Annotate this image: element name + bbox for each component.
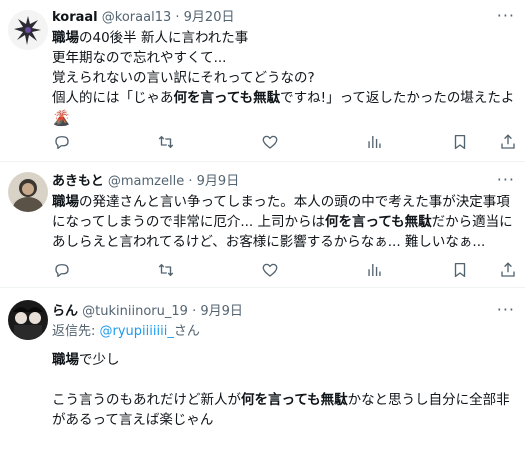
highlighted-keyword: 何を言っても無駄 bbox=[173, 90, 281, 106]
tweet-text-line bbox=[52, 370, 517, 390]
share-icon bbox=[498, 133, 518, 151]
emoji: 🌋 bbox=[52, 109, 71, 127]
like-icon bbox=[260, 133, 280, 151]
tweet-date[interactable]: 9月20日 bbox=[184, 10, 235, 25]
views-button[interactable] bbox=[364, 132, 384, 152]
text-segment: こう言うのもあれだけど新人が bbox=[52, 392, 241, 408]
separator-dot: · bbox=[175, 10, 180, 25]
tweet-header: あきもと @mamzelle · 9月9日 ··· bbox=[52, 172, 517, 192]
avatar[interactable] bbox=[8, 172, 48, 212]
more-options-button[interactable]: ··· bbox=[497, 172, 515, 188]
tweet-text-line: 職場で少し bbox=[52, 350, 517, 370]
tweet-text-line: になってしまうので非常に厄介... 上司からは何を言っても無駄だから適当に bbox=[52, 212, 517, 232]
tweet-text-line: 職場の発達さんと言い争ってしまった。本人の頭の中で考えた事が決定事項 bbox=[52, 192, 517, 212]
reply-button[interactable] bbox=[52, 132, 72, 152]
text-segment: あしらえと言われてるけど、お客様に影響するからなぁ... 難しいなぁ... bbox=[52, 234, 486, 250]
tweet-content: あきもと @mamzelle · 9月9日 ··· 職場の発達さんと言い争ってし… bbox=[52, 172, 517, 252]
avatar[interactable] bbox=[8, 300, 48, 340]
tweet-text-line: 個人的には「じゃあ何を言っても無駄ですね!」って返したかったの堪えたよ bbox=[52, 88, 517, 108]
tweet-date[interactable]: 9月9日 bbox=[197, 174, 240, 189]
retweet-button[interactable] bbox=[156, 132, 176, 152]
text-segment: の40後半 新人に言われた事 bbox=[79, 30, 249, 46]
text-segment: の発達さんと言い争ってしまった。本人の頭の中で考えた事が決定事項 bbox=[79, 194, 510, 210]
highlighted-keyword: 何を言っても無駄 bbox=[241, 392, 348, 408]
highlighted-keyword: 職場 bbox=[52, 352, 79, 368]
tweet-text-line: 更年期なので忘れやすくて... bbox=[52, 48, 517, 68]
tweet[interactable]: あきもと @mamzelle · 9月9日 ··· 職場の発達さんと言い争ってし… bbox=[0, 162, 525, 288]
highlighted-keyword: 職場 bbox=[52, 30, 79, 46]
tweet-text-line: 職場の40後半 新人に言われた事 bbox=[52, 28, 517, 48]
bookmark-button[interactable] bbox=[450, 132, 470, 152]
tweet-actions bbox=[52, 260, 517, 280]
reply-icon bbox=[52, 261, 72, 279]
retweet-icon bbox=[156, 133, 176, 151]
retweet-button[interactable] bbox=[156, 260, 176, 280]
reply-to: 返信先: @ryupiiiiiii_さん bbox=[52, 322, 517, 342]
more-options-button[interactable]: ··· bbox=[497, 8, 515, 24]
separator-dot: · bbox=[192, 304, 197, 319]
reply-mention-link[interactable]: @ryupiiiiiii_ bbox=[100, 324, 174, 339]
text-segment: 個人的には「じゃあ bbox=[52, 90, 174, 106]
text-segment: だから適当に bbox=[431, 214, 513, 230]
user-handle[interactable]: @mamzelle bbox=[108, 174, 184, 189]
share-button[interactable] bbox=[498, 132, 518, 152]
tweet-header: koraal @koraal13 · 9月20日 ··· bbox=[52, 8, 517, 28]
reply-to-label: 返信先: bbox=[52, 324, 100, 339]
like-icon bbox=[260, 261, 280, 279]
tweet-actions bbox=[52, 132, 517, 152]
display-name[interactable]: koraal bbox=[52, 10, 98, 25]
tweet-text: 職場の40後半 新人に言われた事更年期なので忘れやすくて... 覚えられないの言い… bbox=[52, 28, 517, 108]
share-button[interactable] bbox=[498, 260, 518, 280]
text-segment: があるって言えば楽じゃん bbox=[52, 412, 214, 428]
views-icon bbox=[364, 133, 384, 151]
user-handle[interactable]: @koraal13 bbox=[102, 10, 171, 25]
display-name[interactable]: あきもと bbox=[52, 174, 104, 189]
tweet-text-line: があるって言えば楽じゃん bbox=[52, 410, 517, 430]
reply-icon bbox=[52, 133, 72, 151]
text-segment: になってしまうので非常に厄介... 上司からは bbox=[52, 214, 325, 230]
highlighted-keyword: 何を言っても無駄 bbox=[325, 214, 432, 230]
tweet-content: koraal @koraal13 · 9月20日 ··· 職場の40後半 新人に… bbox=[52, 8, 517, 128]
display-name[interactable]: らん bbox=[52, 304, 78, 319]
reply-to-suffix: さん bbox=[173, 324, 200, 339]
tweet-date[interactable]: 9月9日 bbox=[200, 304, 243, 319]
retweet-icon bbox=[156, 261, 176, 279]
separator-dot: · bbox=[188, 174, 193, 189]
tweet-content: らん @tukiniinoru_19 · 9月9日 ··· 返信先: @ryup… bbox=[52, 302, 517, 430]
tweet-text-line: あしらえと言われてるけど、お客様に影響するからなぁ... 難しいなぁ... bbox=[52, 232, 517, 252]
tweet-text-line: こう言うのもあれだけど新人が何を言っても無駄かなと思うし自分に全部非 bbox=[52, 390, 517, 410]
tweet[interactable]: koraal @koraal13 · 9月20日 ··· 職場の40後半 新人に… bbox=[0, 0, 525, 162]
avatar[interactable] bbox=[8, 10, 48, 50]
like-button[interactable] bbox=[260, 132, 280, 152]
bookmark-button[interactable] bbox=[450, 260, 470, 280]
tweet-text-line: 覚えられないの言い訳にそれってどうなの? bbox=[52, 68, 517, 88]
tweet[interactable]: らん @tukiniinoru_19 · 9月9日 ··· 返信先: @ryup… bbox=[0, 288, 525, 458]
views-icon bbox=[364, 261, 384, 279]
highlighted-keyword: 職場 bbox=[52, 194, 79, 210]
tweet-text: 職場で少しこう言うのもあれだけど新人が何を言っても無駄かなと思うし自分に全部非が… bbox=[52, 350, 517, 430]
tweet-text: 職場の発達さんと言い争ってしまった。本人の頭の中で考えた事が決定事項 になってしま… bbox=[52, 192, 517, 252]
tweet-header: らん @tukiniinoru_19 · 9月9日 ··· bbox=[52, 302, 517, 322]
user-handle[interactable]: @tukiniinoru_19 bbox=[82, 304, 188, 319]
text-segment: ですね!」って返したかったの堪えたよ bbox=[280, 90, 515, 106]
text-segment: で少し bbox=[79, 352, 120, 368]
bookmark-icon bbox=[450, 133, 470, 151]
text-segment: 更年期なので忘れやすくて... bbox=[52, 50, 227, 66]
text-segment: 覚えられないの言い訳にそれってどうなの? bbox=[52, 70, 315, 86]
like-button[interactable] bbox=[260, 260, 280, 280]
share-icon bbox=[498, 261, 518, 279]
views-button[interactable] bbox=[364, 260, 384, 280]
more-options-button[interactable]: ··· bbox=[497, 302, 515, 318]
bookmark-icon bbox=[450, 261, 470, 279]
reply-button[interactable] bbox=[52, 260, 72, 280]
text-segment: かなと思うし自分に全部非 bbox=[347, 392, 510, 408]
